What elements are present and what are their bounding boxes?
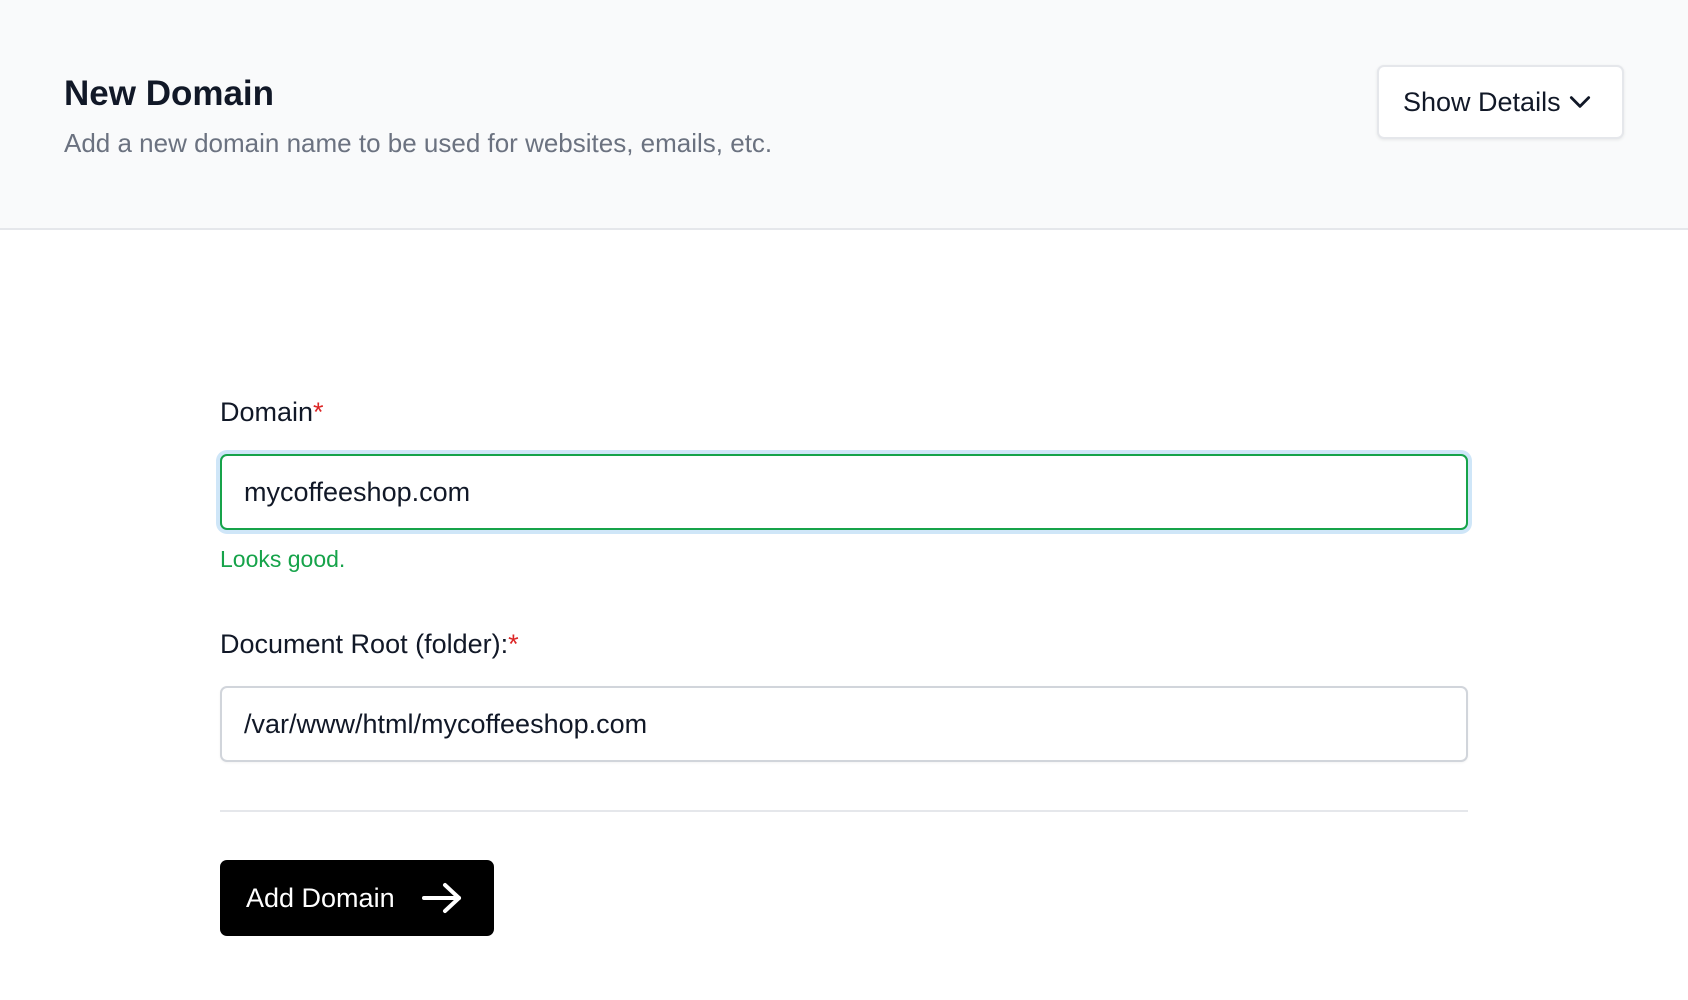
document-root-input[interactable] [220, 686, 1468, 762]
domain-validation-message: Looks good. [220, 546, 346, 572]
domain-label-text: Domain [220, 397, 314, 427]
document-root-label-text: Document Root (folder): [220, 629, 509, 659]
arrow-right-icon [421, 881, 463, 915]
show-details-label: Show Details [1403, 86, 1561, 117]
chevron-down-icon [1567, 89, 1593, 115]
show-details-button[interactable]: Show Details [1377, 65, 1624, 139]
document-root-label: Document Root (folder):* [220, 627, 519, 661]
page-title: New Domain [64, 74, 275, 113]
domain-input[interactable] [220, 454, 1468, 530]
page-subtitle: Add a new domain name to be used for web… [64, 128, 773, 158]
domain-label: Domain* [220, 395, 324, 429]
page-header: New Domain Add a new domain name to be u… [0, 0, 1688, 230]
add-domain-label: Add Domain [246, 882, 395, 913]
form-divider [220, 810, 1468, 812]
add-domain-button[interactable]: Add Domain [220, 860, 494, 936]
required-mark: * [508, 629, 519, 659]
required-mark: * [313, 397, 324, 427]
